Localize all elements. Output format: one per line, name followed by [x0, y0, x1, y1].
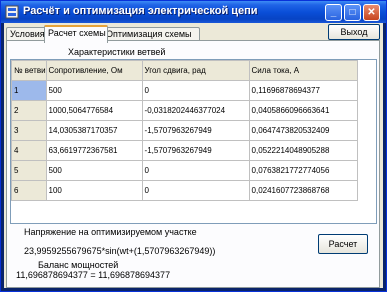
- resistance-cell[interactable]: 63,6619772367581: [45, 140, 143, 161]
- minimize-button[interactable]: _: [325, 4, 342, 21]
- current-cell[interactable]: 0,0405866096663641: [248, 100, 358, 121]
- voltage-value: 23,9959255679675*sin(wt+(1,5707963267949…: [24, 246, 216, 256]
- branch-number-cell[interactable]: 4: [11, 140, 47, 161]
- table-row[interactable]: 5 500 0 0,0763821772774056: [11, 160, 358, 181]
- power-balance-value: 11,696878694377 = 11,696878694377: [16, 270, 171, 280]
- phase-angle-cell[interactable]: 0: [141, 160, 250, 181]
- phase-angle-cell[interactable]: -1,5707963267949: [141, 120, 250, 141]
- power-balance-label: Баланс мощностей: [38, 260, 119, 270]
- maximize-button[interactable]: □: [344, 4, 361, 21]
- current-cell[interactable]: 0,0241607723868768: [248, 180, 358, 201]
- voltage-label: Напряжение на оптимизируемом участке: [24, 227, 197, 237]
- table-row[interactable]: 6 100 0 0,0241607723868768: [11, 180, 358, 201]
- current-cell[interactable]: 0,0522214048905288: [248, 140, 358, 161]
- table-row[interactable]: 3 14,0305387170357 -1,5707963267949 0,06…: [11, 120, 358, 141]
- app-icon: [5, 5, 19, 19]
- phase-angle-cell[interactable]: 0: [141, 80, 250, 101]
- resistance-cell[interactable]: 100: [45, 180, 143, 201]
- table-row[interactable]: 4 63,6619772367581 -1,5707963267949 0,05…: [11, 140, 358, 161]
- current-cell[interactable]: 0,0647473820532409: [248, 120, 358, 141]
- window-title: Расчёт и оптимизация электрической цепи: [23, 5, 258, 17]
- branch-number-cell[interactable]: 3: [11, 120, 47, 141]
- table-row[interactable]: 2 1000,5064776584 -0,0318202446377024 0,…: [11, 100, 358, 121]
- branch-number-cell[interactable]: 1: [11, 80, 47, 101]
- main-window: Расчёт и оптимизация электрической цепи …: [0, 0, 387, 292]
- branch-grid[interactable]: № ветви Сопротивление, Ом Угол сдвига, р…: [10, 59, 377, 224]
- column-header[interactable]: Угол сдвига, рад: [141, 60, 250, 81]
- calculate-button[interactable]: Расчет: [318, 234, 368, 254]
- branch-number-cell[interactable]: 5: [11, 160, 47, 181]
- grid-caption: Характеристики ветвей: [68, 47, 166, 57]
- title-bar[interactable]: Расчёт и оптимизация электрической цепи …: [1, 1, 386, 23]
- tab-optimization[interactable]: Оптимизация схемы: [102, 27, 200, 41]
- current-cell[interactable]: 0,0763821772774056: [248, 160, 358, 181]
- client-area: Условия Расчет схемы Оптимизация схемы В…: [4, 23, 383, 288]
- branch-number-cell[interactable]: 6: [11, 180, 47, 201]
- exit-button[interactable]: Выход: [328, 24, 380, 40]
- close-button[interactable]: ✕: [363, 4, 380, 21]
- phase-angle-cell[interactable]: -1,5707963267949: [141, 140, 250, 161]
- branch-table: № ветви Сопротивление, Ом Угол сдвига, р…: [11, 60, 358, 201]
- tab-panel-circuit-calculation: Характеристики ветвей № ветви Сопротивле…: [6, 40, 380, 288]
- branch-number-cell[interactable]: 2: [11, 100, 47, 121]
- column-header[interactable]: Сопротивление, Ом: [45, 60, 143, 81]
- resistance-cell[interactable]: 500: [45, 80, 143, 101]
- resistance-cell[interactable]: 500: [45, 160, 143, 181]
- phase-angle-cell[interactable]: -0,0318202446377024: [141, 100, 250, 121]
- tab-circuit-calculation[interactable]: Расчет схемы: [44, 25, 108, 43]
- table-row[interactable]: 1 500 0 0,11696878694377: [11, 80, 358, 101]
- column-header[interactable]: Сила тока, А: [248, 60, 358, 81]
- resistance-cell[interactable]: 14,0305387170357: [45, 120, 143, 141]
- current-cell[interactable]: 0,11696878694377: [248, 80, 358, 101]
- grid-header-row: № ветви Сопротивление, Ом Угол сдвига, р…: [11, 60, 358, 81]
- phase-angle-cell[interactable]: 0: [141, 180, 250, 201]
- resistance-cell[interactable]: 1000,5064776584: [45, 100, 143, 121]
- column-header[interactable]: № ветви: [11, 60, 47, 81]
